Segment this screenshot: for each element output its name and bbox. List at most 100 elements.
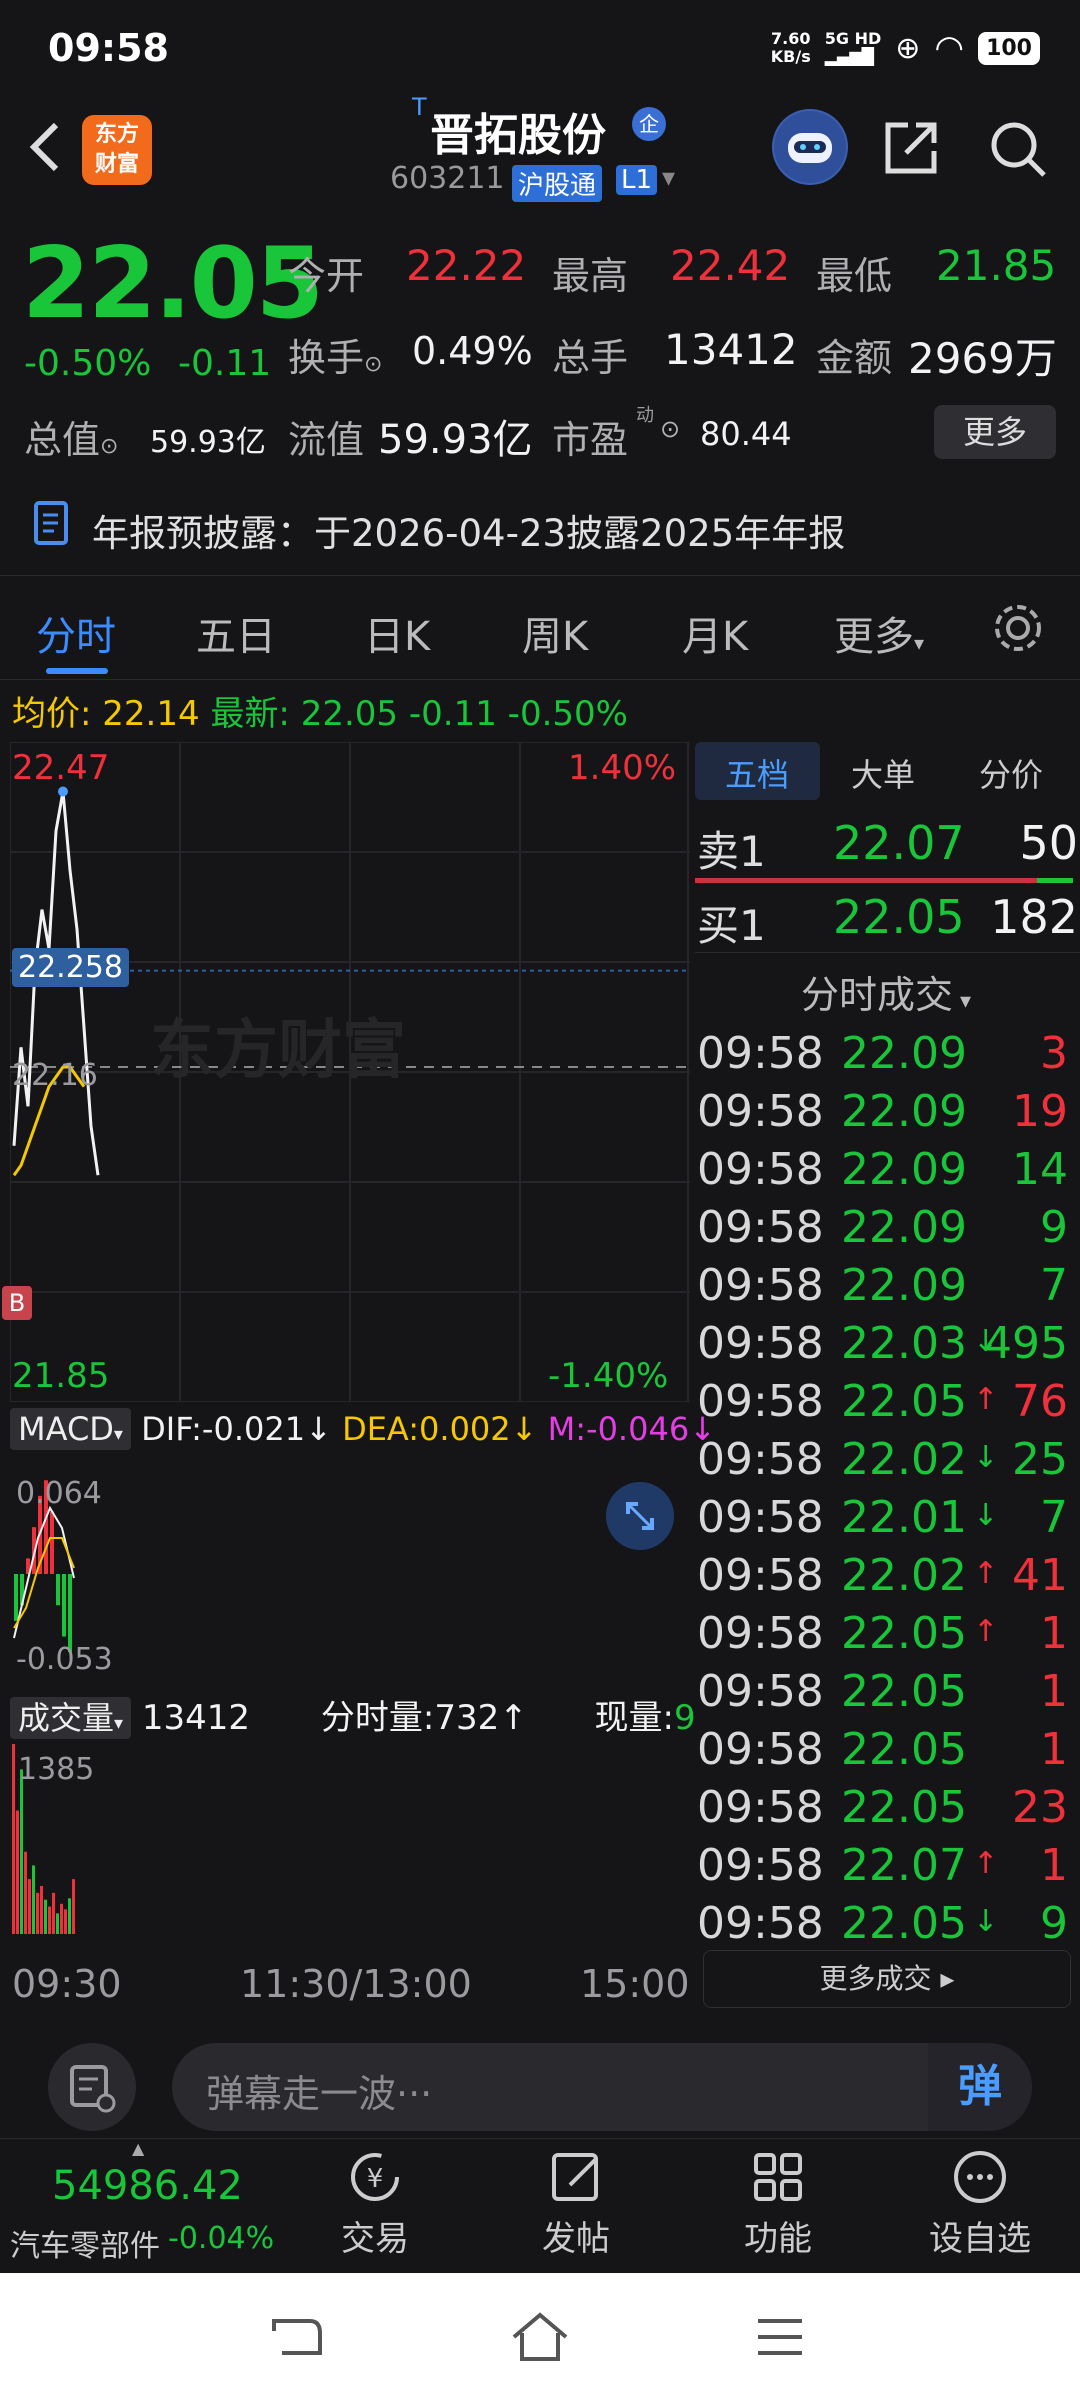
tab-price-distribution[interactable]: 分价 bbox=[979, 750, 1043, 796]
info-icon[interactable]: ⊙ bbox=[660, 415, 680, 443]
trade-time: 09:58 bbox=[697, 1666, 824, 1717]
post-button[interactable]: 发帖 bbox=[506, 2149, 646, 2260]
back-icon[interactable] bbox=[22, 117, 68, 177]
announcement-text[interactable]: 年报预披露：于2026-04-23披露2025年年报 bbox=[92, 503, 845, 557]
watermark: 东方财富 bbox=[150, 1014, 406, 1086]
trade-price: 22.02 bbox=[841, 1550, 967, 1601]
index-name: 汽车零部件 bbox=[10, 2229, 160, 2264]
volume-header: 成交量▾ 13412 分时量:732↑ 现量:9 bbox=[10, 1690, 696, 1739]
volume-bar bbox=[16, 1810, 19, 1934]
tab-big-order[interactable]: 大单 bbox=[851, 750, 915, 796]
signal-icon: 5G HD ▂▄▆█ bbox=[824, 29, 882, 66]
trade-button[interactable]: ¥ 交易 bbox=[305, 2149, 445, 2260]
wifi-plus-icon: ⊕ bbox=[895, 30, 921, 66]
trade-row: 09:58 22.02 25 ↓ bbox=[695, 1434, 1070, 1492]
robot-assistant-icon[interactable] bbox=[772, 109, 848, 185]
volume-bar bbox=[28, 1879, 31, 1934]
index-ticker[interactable]: ▲ 54986.42 汽车零部件 -0.04% bbox=[0, 2139, 290, 2269]
macd-bar bbox=[62, 1574, 66, 1637]
connect-tag: 沪股通 bbox=[512, 165, 603, 202]
more-dots-icon bbox=[954, 2151, 1006, 2203]
pe-value: 80.44 bbox=[700, 415, 792, 453]
level-tag: L1 bbox=[616, 165, 658, 195]
trade-row: 09:58 22.02 41 ↑ bbox=[695, 1550, 1070, 1608]
volume-bar bbox=[24, 1851, 27, 1934]
yen-exchange-icon: ¥ bbox=[351, 2153, 399, 2201]
tab-five-day[interactable]: 五日 bbox=[196, 604, 276, 662]
svg-text:¥: ¥ bbox=[367, 2164, 384, 2194]
comment-area: 弹幕走一波··· 弹 bbox=[0, 2015, 1080, 2135]
tab-five-level[interactable]: 五档 bbox=[725, 750, 789, 796]
price-marker: 22.258 bbox=[12, 948, 129, 987]
amount-label: 金额 bbox=[816, 336, 893, 380]
trade-price: 22.05 bbox=[841, 1898, 967, 1949]
amount-value: 2969万 bbox=[908, 334, 1057, 383]
trade-volume: 7 bbox=[1040, 1260, 1068, 1311]
danmu-placeholder: 弹幕走一波··· bbox=[206, 2072, 433, 2116]
tab-intraday[interactable]: 分时 bbox=[36, 604, 116, 662]
tab-weekly-k[interactable]: 周K bbox=[522, 604, 588, 662]
trade-price: 22.02 bbox=[841, 1434, 967, 1485]
float-value: 59.93亿 bbox=[378, 417, 533, 463]
volume-bar bbox=[48, 1906, 51, 1934]
wifi-icon: ◠ bbox=[934, 28, 965, 68]
change-value: -0.11 bbox=[178, 343, 272, 384]
open-value: 22.22 bbox=[406, 241, 527, 290]
sell1-volume: 50 bbox=[1019, 816, 1078, 870]
buy1-label: 买1 bbox=[697, 901, 766, 950]
danmu-settings-icon[interactable] bbox=[48, 2043, 136, 2131]
expand-icon[interactable] bbox=[606, 1482, 674, 1550]
volume-bar bbox=[72, 1879, 75, 1934]
tab-daily-k[interactable]: 日K bbox=[364, 604, 430, 662]
pct-top-label: 1.40% bbox=[568, 748, 677, 788]
trade-price: 22.05 bbox=[841, 1608, 967, 1659]
add-watchlist-button[interactable]: 设自选 bbox=[910, 2149, 1050, 2260]
chevron-down-icon[interactable]: ▾ bbox=[662, 163, 675, 193]
divider bbox=[695, 952, 1080, 953]
macd-bottom-label: -0.053 bbox=[16, 1642, 113, 1677]
trade-row: 09:58 22.03 495 ↓ bbox=[695, 1318, 1070, 1376]
trade-time: 09:58 bbox=[697, 1724, 824, 1775]
dif-value: DIF:-0.021↓ bbox=[141, 1410, 332, 1448]
macd-bar bbox=[68, 1574, 72, 1653]
settings-gear-icon[interactable] bbox=[990, 600, 1046, 656]
trade-row: 09:58 22.09 19 bbox=[695, 1086, 1070, 1144]
trade-time: 09:58 bbox=[697, 1318, 824, 1369]
x-label-mid: 11:30/13:00 bbox=[240, 1962, 472, 2006]
intraday-chart[interactable]: 东方财富 bbox=[10, 742, 690, 1402]
trade-row: 09:58 22.05 1 bbox=[695, 1666, 1070, 1724]
search-icon[interactable] bbox=[988, 119, 1048, 179]
danmu-input[interactable]: 弹幕走一波··· 弹 bbox=[172, 2043, 1032, 2131]
macd-top-label: 0.064 bbox=[16, 1476, 102, 1511]
trade-volume: 1 bbox=[1040, 1724, 1068, 1775]
nav-home-icon[interactable] bbox=[510, 2311, 570, 2363]
buy-ratio-bar bbox=[1037, 878, 1073, 883]
more-trades-button[interactable]: 更多成交 ▸ bbox=[703, 1950, 1071, 2008]
macd-selector[interactable]: MACD▾ bbox=[10, 1408, 131, 1450]
trade-row: 09:58 22.09 14 bbox=[695, 1144, 1070, 1202]
share-icon[interactable] bbox=[882, 119, 940, 177]
danmu-send-button[interactable]: 弹 bbox=[928, 2043, 1032, 2131]
dea-value: DEA:0.002↓ bbox=[342, 1410, 538, 1448]
tab-monthly-k[interactable]: 月K bbox=[682, 604, 748, 662]
volume-bar bbox=[68, 1898, 71, 1934]
tab-more[interactable]: 更多▾ bbox=[834, 604, 924, 662]
mktcap-label: 总值⊙ bbox=[24, 418, 119, 462]
intraday-info-line: 均价: 22.14 最新: 22.05 -0.11 -0.50% bbox=[12, 694, 628, 734]
nav-back-icon[interactable] bbox=[270, 2313, 326, 2361]
trade-row: 09:58 22.05 9 ↓ bbox=[695, 1898, 1070, 1956]
volume-selector[interactable]: 成交量▾ bbox=[10, 1697, 132, 1739]
sell1-label: 卖1 bbox=[697, 827, 766, 876]
volume-bar bbox=[40, 1885, 43, 1934]
trades-title[interactable]: 分时成交 ▾ bbox=[801, 964, 971, 1019]
trade-time: 09:58 bbox=[697, 1492, 824, 1543]
trade-price: 22.05 bbox=[841, 1782, 967, 1833]
app-logo[interactable]: 东方 财富 bbox=[82, 115, 152, 185]
volume-label: 总手 bbox=[552, 336, 629, 380]
more-button[interactable]: 更多 bbox=[934, 405, 1056, 459]
function-button[interactable]: 功能 bbox=[708, 2149, 848, 2260]
trade-time: 09:58 bbox=[697, 1608, 824, 1659]
trade-price: 22.07 bbox=[841, 1840, 967, 1891]
stock-name[interactable]: 晋拓股份 bbox=[430, 99, 606, 163]
nav-menu-icon[interactable] bbox=[756, 2315, 804, 2359]
